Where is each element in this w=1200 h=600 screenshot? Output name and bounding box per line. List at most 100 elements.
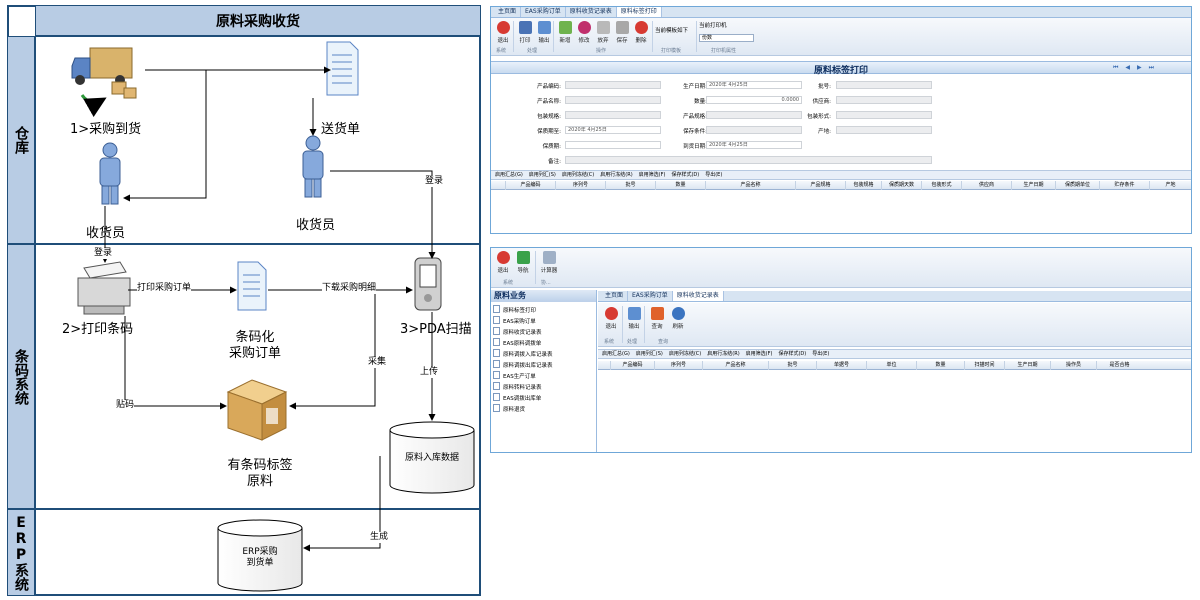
save-style[interactable]: 保存样式(D) — [778, 350, 806, 358]
sidebar-item-transfer-in[interactable]: 原料调拨入库记录表 — [493, 349, 553, 358]
inner-exit-button[interactable]: 退出 — [602, 307, 620, 330]
col-scan-time[interactable]: 扫描时间 — [964, 361, 1004, 370]
toggle-summary[interactable]: 启用汇总(G) — [495, 171, 523, 179]
input-origin[interactable] — [836, 126, 932, 134]
input-arrive-date[interactable]: 2020年 4月25日 — [706, 141, 802, 149]
query-button[interactable]: 查询 — [648, 307, 666, 330]
toggle-summary[interactable]: 启用汇总(G) — [602, 350, 630, 358]
toggle-row-freeze[interactable]: 启用行冻结(R) — [707, 350, 739, 358]
edit-button[interactable]: 修改 — [575, 21, 593, 44]
col-batch[interactable]: 批号 — [768, 361, 816, 370]
first-record-icon[interactable]: ⏮ — [1113, 64, 1125, 71]
form-header: 原料标签打印 ⏮◀▶⏭ — [491, 61, 1191, 76]
col-unit[interactable]: 单位 — [866, 361, 916, 370]
discard-button[interactable]: 放弃 — [594, 21, 612, 44]
input-supplier[interactable] — [836, 96, 932, 104]
tab-eas-order[interactable]: EAS采购订单 — [521, 7, 566, 17]
col-doc-no[interactable]: 单据号 — [816, 361, 866, 370]
toggle-row-freeze[interactable]: 启用行冻结(R) — [600, 171, 632, 179]
col-production-date[interactable]: 生产日期 — [1004, 361, 1050, 370]
input-production-date[interactable]: 2020年 4月25日 — [706, 81, 802, 89]
input-expire-until[interactable]: 2020年 4月25日 — [565, 126, 661, 134]
print-button[interactable]: 打印 — [516, 21, 534, 44]
col-serial[interactable]: 序列号 — [654, 361, 702, 370]
sidebar-item-label-print[interactable]: 原料标签打印 — [493, 305, 536, 314]
toggle-filter[interactable]: 启用筛选(F) — [746, 350, 773, 358]
save-style[interactable]: 保存样式(D) — [671, 171, 699, 179]
col-product-code[interactable]: 产品编码 — [505, 181, 555, 190]
toggle-filter[interactable]: 启用筛选(F) — [639, 171, 666, 179]
edge-login-top: 登录 — [425, 176, 444, 187]
input-product-name[interactable] — [565, 96, 661, 104]
tab-label-print[interactable]: 原料标签打印 — [616, 7, 662, 17]
toggle-col-freeze[interactable]: 启用列冻结(C) — [669, 350, 701, 358]
window1-grid-header: 产品编码 序列号 批号 数量 产品名称 产品规格 包装规格 保质期天数 包装形式… — [491, 181, 1191, 190]
col-product-code[interactable]: 产品编码 — [610, 361, 654, 370]
exit-button[interactable]: 退出 — [494, 251, 512, 274]
input-pack-spec[interactable] — [565, 111, 661, 119]
col-storage[interactable]: 贮存条件 — [1099, 181, 1149, 190]
refresh-button[interactable]: 刷新 — [669, 307, 687, 330]
col-pack-form[interactable]: 包装形式 — [921, 181, 961, 190]
input-remark[interactable] — [565, 156, 932, 164]
tab-receive-record[interactable]: 原料收货记录表 — [672, 291, 724, 301]
exit-button[interactable]: 退出 — [494, 21, 512, 44]
col-shelf-unit[interactable]: 保质期单位 — [1055, 181, 1099, 190]
col-batch[interactable]: 批号 — [605, 181, 655, 190]
sidebar-item-eas-transfer-out[interactable]: EAS调拨出库单 — [493, 393, 541, 402]
export-data[interactable]: 导出(E) — [705, 171, 722, 179]
add-button[interactable]: 新增 — [556, 21, 574, 44]
input-batch[interactable] — [836, 81, 932, 89]
node-delivery-note: 送货单 — [321, 122, 361, 137]
col-pack-spec[interactable]: 包装规格 — [845, 181, 881, 190]
tab-home[interactable]: 主页面 — [494, 7, 522, 17]
search-icon — [650, 307, 664, 320]
delete-button[interactable]: 删除 — [632, 21, 650, 44]
save-button[interactable]: 保存 — [613, 21, 631, 44]
toggle-col-summary[interactable]: 启用列汇(S) — [529, 171, 556, 179]
sidebar-item-transfer-out[interactable]: 原料调拨出库记录表 — [493, 360, 553, 369]
col-operator[interactable]: 操作员 — [1050, 361, 1096, 370]
toggle-col-summary[interactable]: 启用列汇(S) — [636, 350, 663, 358]
tab-receive-record[interactable]: 原料收货记录表 — [566, 7, 617, 17]
col-shelf-days[interactable]: 保质期天数 — [881, 181, 921, 190]
label-arrive-date: 到货日期: — [683, 144, 707, 150]
tab-eas-order[interactable]: EAS采购订单 — [628, 291, 673, 301]
sidebar-item-material-transfer[interactable]: 原料转料记录表 — [493, 382, 542, 391]
col-product-name[interactable]: 产品名称 — [705, 181, 795, 190]
sidebar-item-material-return[interactable]: 原料退货 — [493, 404, 525, 413]
toggle-col-freeze[interactable]: 启用列冻结(C) — [562, 171, 594, 179]
next-record-icon[interactable]: ▶ — [1137, 64, 1149, 71]
last-record-icon[interactable]: ⏭ — [1149, 64, 1161, 71]
input-product-code[interactable] — [565, 81, 661, 89]
edge-print-order: 打印采购订单 — [137, 283, 192, 294]
navigate-button[interactable]: 导航 — [514, 251, 532, 274]
sidebar-item-receive-record[interactable]: 原料收货记录表 — [493, 327, 542, 336]
input-storage[interactable] — [706, 126, 802, 134]
printer-select[interactable]: 份数 — [699, 34, 754, 42]
tab-home[interactable]: 主页面 — [601, 291, 629, 301]
input-product-spec[interactable] — [706, 111, 802, 119]
calculator-button[interactable]: 计算器 — [538, 251, 560, 274]
input-shelf-life[interactable] — [565, 141, 661, 149]
col-supplier[interactable]: 供应商 — [961, 181, 1011, 190]
input-quantity[interactable]: 0.0000 — [706, 96, 802, 104]
edge-stick: 贴码 — [116, 400, 135, 411]
col-product-name[interactable]: 产品名称 — [702, 361, 768, 370]
col-production-date[interactable]: 生产日期 — [1011, 181, 1055, 190]
col-product-spec[interactable]: 产品规格 — [795, 181, 845, 190]
sidebar-item-eas-order[interactable]: EAS采购订单 — [493, 316, 536, 325]
col-qualified[interactable]: 是否合格 — [1096, 361, 1142, 370]
export-data[interactable]: 导出(E) — [812, 350, 829, 358]
sidebar-item-eas-production[interactable]: EAS生产订单 — [493, 371, 536, 380]
sidebar-title: 原料业务 — [491, 290, 596, 302]
export-button[interactable]: 输出 — [535, 21, 553, 44]
prev-record-icon[interactable]: ◀ — [1125, 64, 1137, 71]
col-serial[interactable]: 序列号 — [555, 181, 605, 190]
col-quantity[interactable]: 数量 — [655, 181, 705, 190]
col-origin[interactable]: 产地 — [1149, 181, 1191, 190]
col-quantity[interactable]: 数量 — [916, 361, 964, 370]
inner-export-button[interactable]: 输出 — [625, 307, 643, 330]
sidebar-item-eas-transfer[interactable]: EAS原料调拨单 — [493, 338, 541, 347]
input-pack-form[interactable] — [836, 111, 932, 119]
